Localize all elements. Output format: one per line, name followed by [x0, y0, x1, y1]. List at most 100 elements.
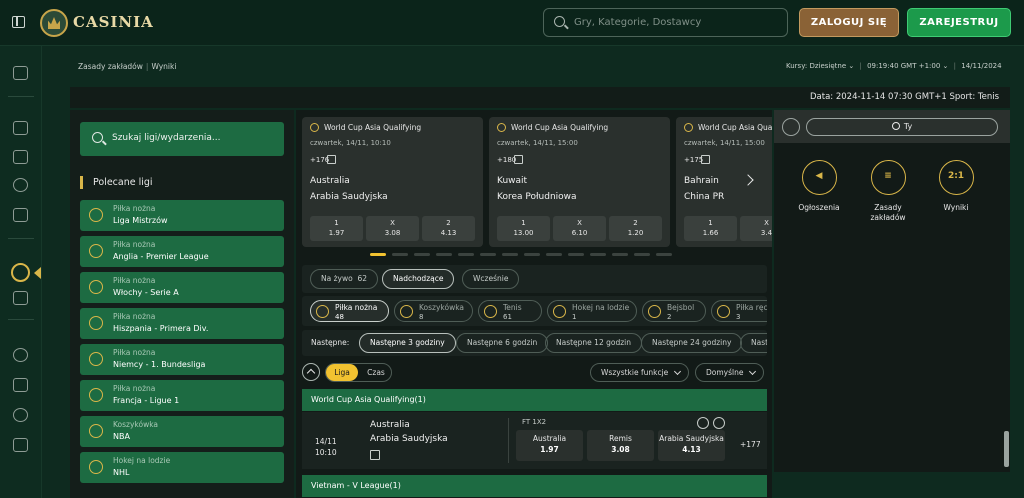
chip-icon[interactable]	[13, 178, 28, 192]
group-header[interactable]: World Cup Asia Qualifying(1)	[302, 389, 767, 411]
odds-button[interactable]: 2 4.13	[422, 216, 475, 241]
event-league: World Cup Asia Qualifying	[324, 123, 422, 132]
team-away: Korea Południowa	[497, 192, 577, 202]
time-option[interactable]: Następne 6 godzin	[456, 333, 549, 353]
odds-button[interactable]: 1 1.66	[684, 216, 737, 241]
league-search-input[interactable]: Szukaj ligi/wydarzenia...	[80, 122, 284, 156]
stats-icon[interactable]	[514, 155, 523, 164]
scrollbar-thumb[interactable]	[1004, 431, 1009, 467]
all-functions-dropdown[interactable]: Wszystkie funkcje	[590, 363, 690, 382]
refresh-icon[interactable]	[13, 408, 28, 422]
league-item[interactable]: Piłka nożna Anglia - Premier League	[80, 236, 284, 267]
brand-name[interactable]: CASINIA	[73, 13, 154, 31]
featured-event-card[interactable]: World Cup Asia Qualifying czwartek, 14/1…	[302, 117, 483, 247]
carousel-dot[interactable]	[634, 253, 650, 256]
castle-icon[interactable]	[13, 121, 28, 135]
tab-early[interactable]: Wcześnie	[462, 269, 520, 289]
sport-tennis[interactable]: Tenis 61	[478, 300, 542, 322]
more-markets[interactable]: +177	[740, 440, 761, 449]
group-by-time-button[interactable]: Czas	[361, 364, 391, 381]
league-item[interactable]: Piłka nożna Niemcy - 1. Bundesliga	[80, 344, 284, 375]
sport-baseball[interactable]: Bejsbol 2	[642, 300, 706, 322]
logo-icon[interactable]	[40, 9, 68, 37]
register-button[interactable]: ZAREJESTRUJ	[907, 8, 1011, 37]
odds-button[interactable]: X 6.10	[553, 216, 606, 241]
sport-ice-hockey[interactable]: Hokej na lodzie 1	[547, 300, 637, 322]
sport-handball[interactable]: Piłka ręczna3	[711, 300, 767, 322]
carousel-dot[interactable]	[590, 253, 606, 256]
breadcrumb-results[interactable]: Wyniki	[151, 62, 176, 71]
breadcrumb-betting-rules[interactable]: Zasady zakładów	[78, 62, 143, 71]
time-option[interactable]: Następne 48 godzin	[740, 333, 767, 353]
carousel-dot[interactable]	[568, 253, 584, 256]
user-tab[interactable]: Ty	[806, 118, 998, 136]
league-item[interactable]: Piłka nożna Francja - Ligue 1	[80, 380, 284, 411]
odds-button[interactable]: 2 1.20	[609, 216, 662, 241]
carousel-dot[interactable]	[458, 253, 474, 256]
odds-button[interactable]: 1 13.00	[497, 216, 550, 241]
carousel-dot[interactable]	[480, 253, 496, 256]
chevron-down-icon[interactable]: ⌄	[848, 62, 854, 70]
announcements-tile[interactable]: ◀ Ogłoszenia	[794, 160, 844, 213]
stats-icon[interactable]	[327, 155, 336, 164]
clock-time: 09:19:40 GMT +1:00	[867, 62, 941, 70]
league-sport: Piłka nożna	[113, 384, 156, 393]
slot-seven-icon[interactable]	[13, 208, 28, 222]
odds-button[interactable]: X 3.08	[366, 216, 419, 241]
tab-upcoming[interactable]: Nadchodzące	[382, 269, 455, 289]
group-by-league-button[interactable]: Liga	[326, 364, 358, 381]
time-option[interactable]: Następne 12 godzin	[545, 333, 642, 353]
sort-dropdown[interactable]: Domyślne	[695, 363, 765, 382]
score-icon: 2:1	[938, 160, 974, 195]
collapse-all-icon[interactable]	[302, 363, 320, 381]
odds-button[interactable]: 1 1.97	[310, 216, 363, 241]
trophy-icon[interactable]	[13, 378, 28, 392]
chevron-left-icon[interactable]	[697, 417, 709, 429]
league-item[interactable]: Piłka nożna Hiszpania - Primera Div.	[80, 308, 284, 339]
carousel-dot[interactable]	[524, 253, 540, 256]
league-item[interactable]: Hokej na lodzie NHL	[80, 452, 284, 483]
time-option[interactable]: Następne 24 godziny	[641, 333, 743, 353]
sport-basketball[interactable]: Koszykówka 8	[394, 300, 473, 322]
bell-icon[interactable]	[13, 348, 28, 362]
odds-button[interactable]: Remis 3.08	[587, 430, 654, 461]
results-tile[interactable]: 2:1 Wyniki	[931, 160, 981, 213]
odds-button[interactable]: Australia 1.97	[516, 430, 583, 461]
carousel-dot[interactable]	[502, 253, 518, 256]
stats-icon[interactable]	[701, 155, 710, 164]
tab-live[interactable]: Na żywo 62	[310, 269, 379, 289]
odds-button[interactable]: Arabia Saudyjska 4.13	[658, 430, 725, 461]
carousel-dot[interactable]	[370, 253, 386, 256]
gift-icon[interactable]	[13, 150, 28, 164]
carousel-dot[interactable]	[612, 253, 628, 256]
league-item[interactable]: Piłka nożna Liga Mistrzów	[80, 200, 284, 231]
shield-icon[interactable]	[13, 291, 28, 305]
sidebar-toggle-icon[interactable]	[12, 16, 25, 28]
odds-format-select[interactable]: Dziesiętne	[809, 62, 846, 70]
group-header[interactable]: Vietnam - V League(1)	[302, 475, 767, 497]
league-name: Francja - Ligue 1	[113, 396, 180, 405]
carousel-dot[interactable]	[546, 253, 562, 256]
search-input[interactable]: Gry, Kategorie, Dostawcy	[543, 8, 788, 37]
match-row[interactable]: 14/11 10:10 Australia Arabia Saudyjska FT…	[302, 412, 767, 469]
odds-button[interactable]: X 3.4	[740, 216, 772, 241]
carousel-dot[interactable]	[414, 253, 430, 256]
time-option[interactable]: Następne 3 godziny	[359, 333, 456, 353]
carousel-dot[interactable]	[436, 253, 452, 256]
chevron-down-icon[interactable]: ⌄	[943, 62, 949, 70]
carousel-dot[interactable]	[392, 253, 408, 256]
betting-rules-tile[interactable]: ≡ Zasady zakładów	[863, 160, 913, 223]
league-item[interactable]: Koszykówka NBA	[80, 416, 284, 447]
featured-event-card[interactable]: World Cup Asia Qualifying czwartek, 14/1…	[676, 117, 772, 247]
sports-ball-icon[interactable]	[11, 263, 30, 282]
casino-icon[interactable]	[13, 66, 28, 80]
building-icon[interactable]	[13, 438, 28, 452]
chevron-right-icon[interactable]	[713, 417, 725, 429]
sport-soccer[interactable]: Piłka nożna 48	[310, 300, 389, 322]
stats-icon[interactable]	[370, 450, 380, 460]
login-button[interactable]: ZALOGUJ SIĘ	[799, 8, 899, 37]
trash-icon[interactable]	[782, 118, 800, 136]
featured-event-card[interactable]: World Cup Asia Qualifying czwartek, 14/1…	[489, 117, 670, 247]
carousel-dot[interactable]	[656, 253, 672, 256]
league-item[interactable]: Piłka nożna Włochy - Serie A	[80, 272, 284, 303]
